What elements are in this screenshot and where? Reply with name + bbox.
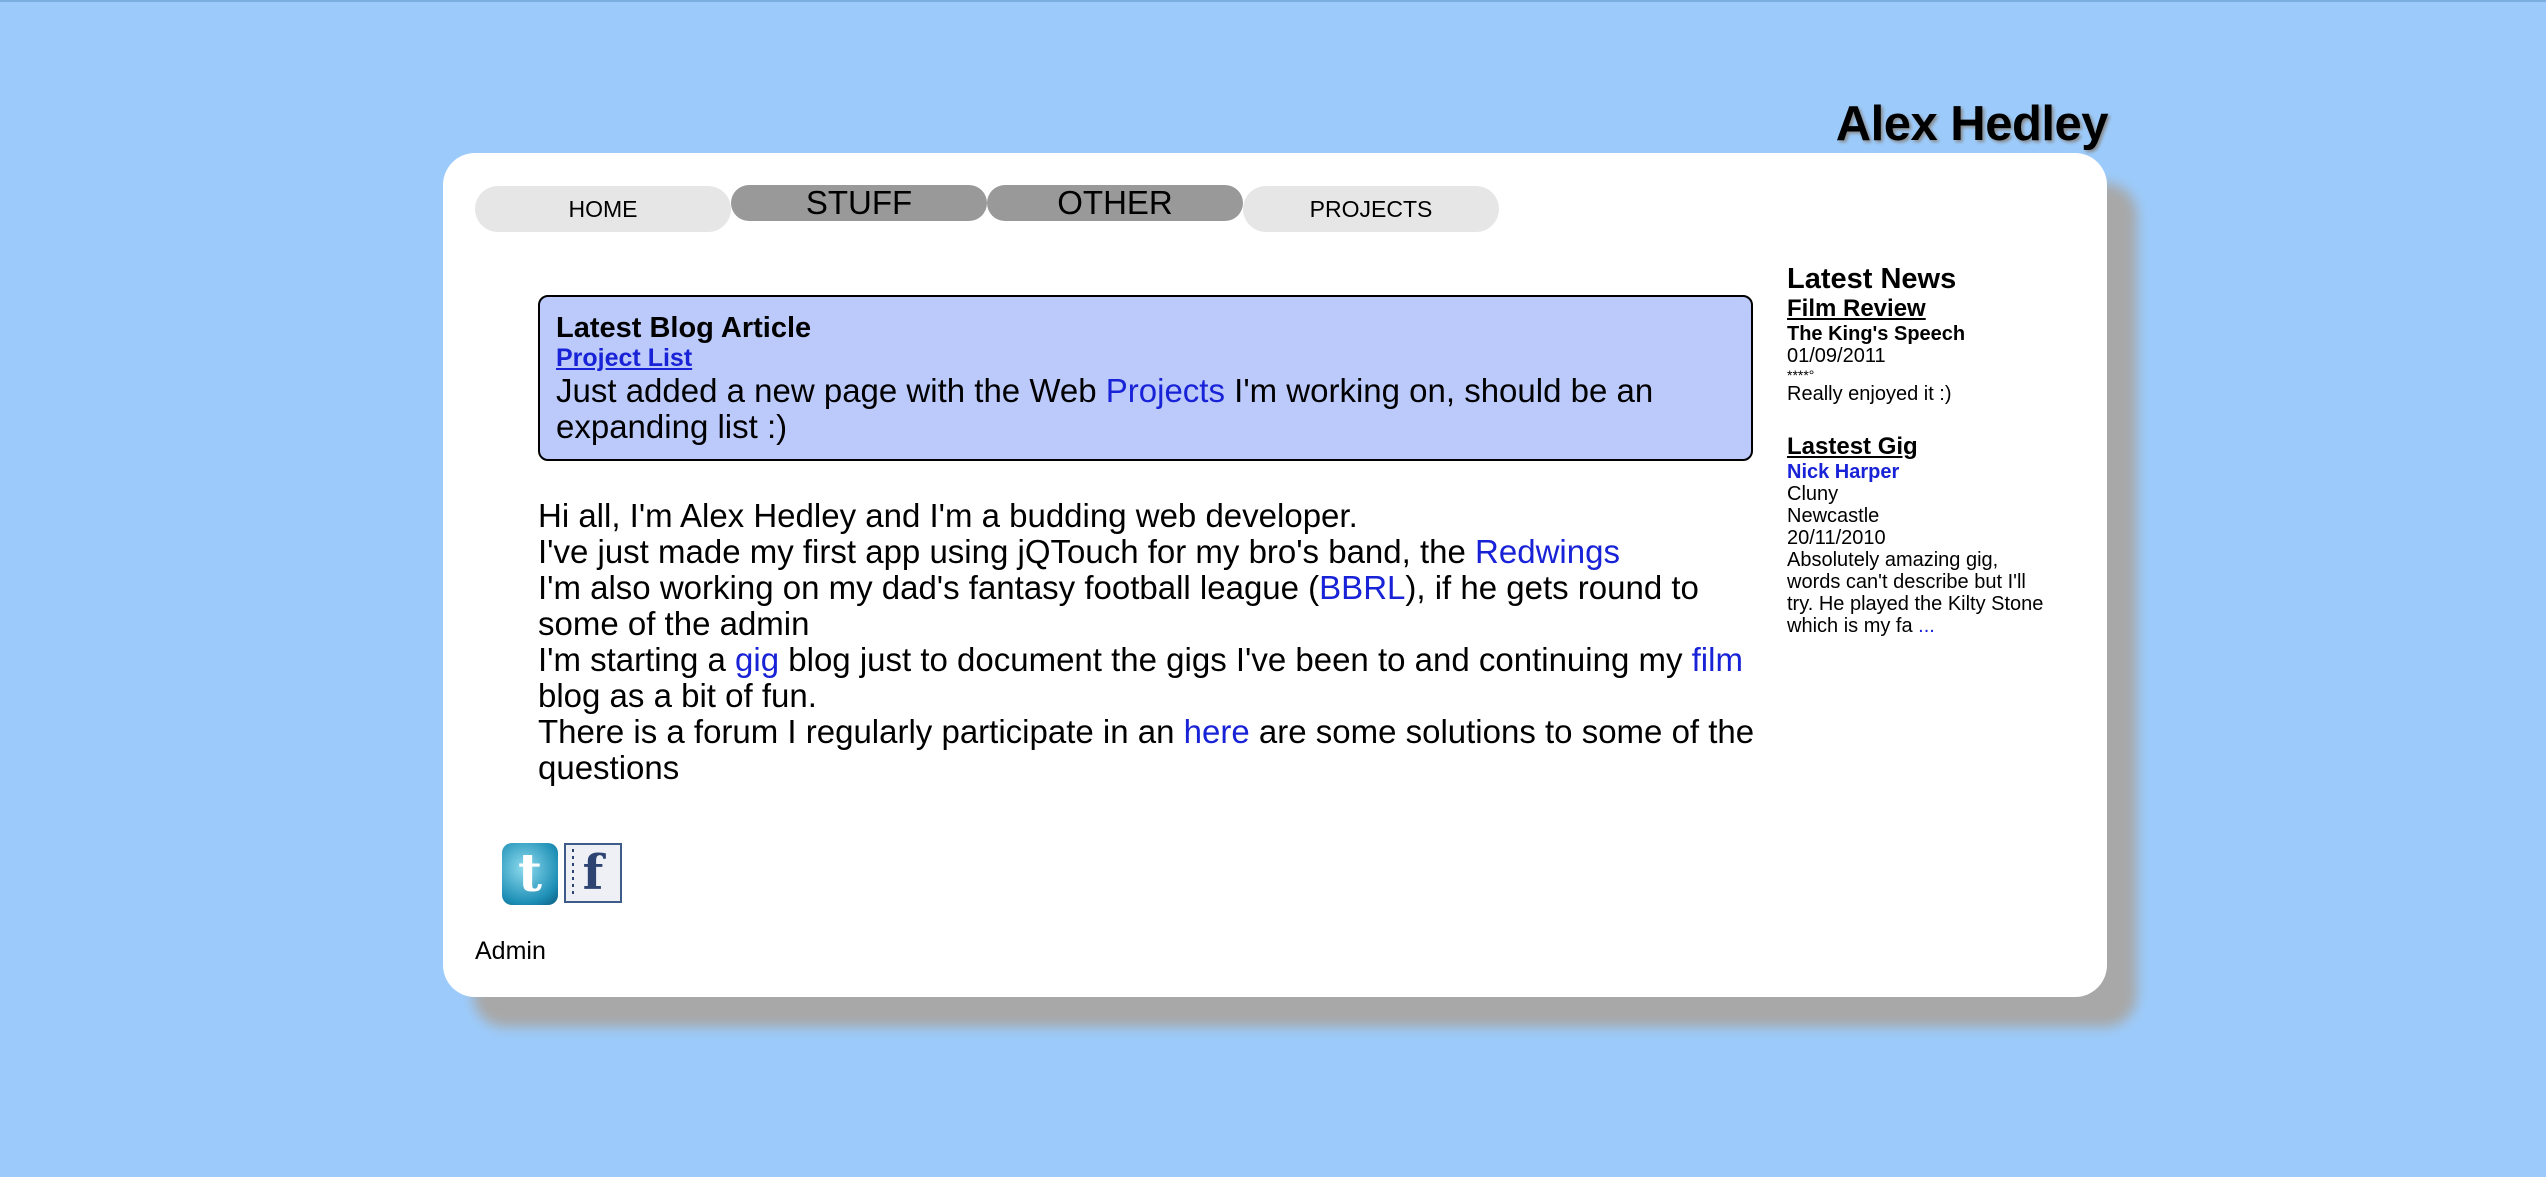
gig-venue: Cluny — [1787, 483, 1839, 505]
intro-line-4: I'm starting a gig blog just to document… — [538, 642, 1768, 714]
latest-news-sidebar: Latest News Film Review The King's Speec… — [1787, 263, 2047, 637]
intro-text: Hi all, I'm Alex Hedley and I'm a buddin… — [538, 498, 1768, 786]
blog-summary: Just added a new page with the Web Proje… — [556, 373, 1735, 445]
film-link[interactable]: film — [1692, 641, 1743, 678]
intro-line-4-after: blog as a bit of fun. — [538, 677, 817, 714]
intro-line-2-text: I've just made my first app using jQTouc… — [538, 533, 1476, 570]
twitter-icon[interactable]: t — [502, 843, 558, 905]
gig-excerpt: Absolutely amazing gig, words can't desc… — [1787, 549, 2047, 637]
gig-date: 20/11/2010 — [1787, 527, 1886, 549]
nav-tab-home[interactable]: HOME — [475, 186, 731, 232]
gig-read-more-link[interactable]: ... — [1918, 615, 1935, 637]
admin-link[interactable]: Admin — [475, 937, 546, 966]
bbrl-link[interactable]: BBRL — [1319, 569, 1405, 606]
intro-line-4-mid: blog just to document the gigs I've been… — [779, 641, 1692, 678]
film-name: The King's Speech — [1787, 323, 1966, 345]
top-border — [0, 0, 2546, 2]
facebook-icon[interactable]: f — [564, 843, 622, 903]
nav-tab-stuff[interactable]: STUFF — [731, 184, 987, 221]
film-rating: ****° — [1787, 367, 1815, 383]
intro-line-3-text: I'm also working on my dad's fantasy foo… — [538, 569, 1320, 606]
nav-tab-projects[interactable]: PROJECTS — [1243, 186, 1499, 232]
film-date: 01/09/2011 — [1787, 345, 1886, 367]
social-links: t f — [502, 843, 622, 905]
film-comment: Really enjoyed it :) — [1787, 383, 1952, 405]
blog-text-before: Just added a new page with the Web — [556, 372, 1106, 409]
intro-line-2: I've just made my first app using jQTouc… — [538, 534, 1768, 570]
forum-here-link[interactable]: here — [1184, 713, 1250, 750]
gig-excerpt-text: Absolutely amazing gig, words can't desc… — [1787, 549, 2044, 637]
nav-tab-other[interactable]: OTHER — [987, 184, 1243, 221]
latest-gig-link[interactable]: Lastest Gig — [1787, 433, 2047, 461]
gig-city: Newcastle — [1787, 505, 1880, 527]
blog-article-link[interactable]: Project List — [556, 345, 1735, 371]
blog-heading: Latest Blog Article — [556, 312, 812, 344]
redwings-link[interactable]: Redwings — [1475, 533, 1620, 570]
news-heading: Latest News — [1787, 263, 1957, 295]
intro-line-4-text: I'm starting a — [538, 641, 736, 678]
intro-line-3: I'm also working on my dad's fantasy foo… — [538, 570, 1768, 642]
gig-link[interactable]: gig — [735, 641, 779, 678]
site-title: Alex Hedley — [1835, 97, 2109, 151]
intro-line-1: Hi all, I'm Alex Hedley and I'm a buddin… — [538, 497, 1358, 534]
latest-blog-box: Latest Blog Article Project List Just ad… — [538, 295, 1753, 461]
intro-line-5-text: There is a forum I regularly participate… — [538, 713, 1184, 750]
film-review-link[interactable]: Film Review — [1787, 295, 2047, 323]
gig-artist-link[interactable]: Nick Harper — [1787, 461, 2047, 483]
intro-line-5: There is a forum I regularly participate… — [538, 714, 1768, 786]
projects-link[interactable]: Projects — [1106, 372, 1225, 409]
